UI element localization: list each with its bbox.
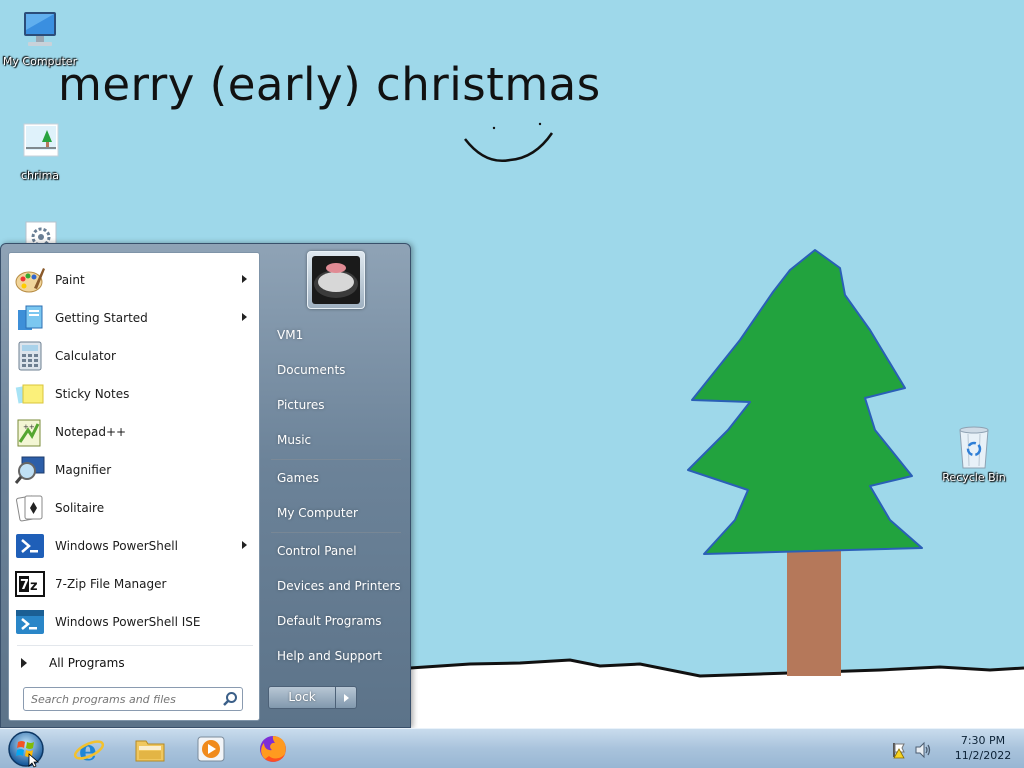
program-label: Paint [55, 273, 85, 287]
separator [271, 459, 401, 460]
clock-date: 11/2/2022 [954, 749, 1012, 762]
program-label: Magnifier [55, 463, 112, 477]
program-label: Solitaire [55, 501, 105, 515]
program-sticky-notes[interactable]: Sticky Notes [11, 376, 257, 412]
taskbar-windows-explorer[interactable] [127, 731, 173, 767]
svg-text:7: 7 [20, 578, 29, 593]
program-label: 7-Zip File Manager [55, 577, 167, 591]
desktop-icon-label: Recycle Bin [942, 471, 1006, 484]
search-input[interactable] [24, 688, 220, 710]
volume-icon[interactable] [914, 741, 932, 759]
start-menu: Paint Getting Started Calculator Sticky … [0, 243, 411, 728]
separator [17, 645, 253, 646]
submenu-arrow-icon[interactable] [242, 313, 247, 321]
sticky-notes-icon [15, 384, 44, 404]
getting-started-icon [18, 305, 43, 330]
solitaire-icon [16, 495, 43, 522]
magnifier-icon [14, 456, 45, 484]
powershell-ise-icon [16, 610, 44, 634]
desktop-headline: merry (early) christmas [58, 58, 601, 111]
link-control-panel[interactable]: Control Panel [267, 536, 405, 566]
link-user-folder[interactable]: VM1 [267, 320, 405, 350]
folder-icon [135, 740, 165, 762]
taskbar-internet-explorer[interactable]: e [66, 731, 112, 767]
action-center-flag-icon[interactable] [890, 741, 908, 759]
start-menu-programs-pane: Paint Getting Started Calculator Sticky … [8, 252, 260, 721]
taskbar-media-player[interactable] [188, 731, 234, 767]
link-default-programs[interactable]: Default Programs [267, 606, 405, 636]
submenu-arrow-icon[interactable] [242, 541, 247, 549]
separator [271, 532, 401, 533]
user-picture[interactable] [307, 251, 365, 309]
link-my-computer[interactable]: My Computer [267, 498, 405, 528]
start-button[interactable] [7, 730, 45, 768]
desktop-icon-recycle-bin[interactable]: Recycle Bin [934, 424, 1014, 484]
notepad-plus-plus-icon: ++ [17, 419, 41, 447]
clock[interactable]: 7:30 PM 11/2/2022 [948, 733, 1018, 763]
clock-time: 7:30 PM [960, 734, 1006, 747]
submenu-arrow-icon[interactable] [242, 275, 247, 283]
computer-icon [24, 12, 56, 46]
program-label: Getting Started [55, 311, 148, 325]
start-search-box[interactable] [23, 687, 243, 711]
desktop-icon-chrima[interactable]: chrima [0, 122, 80, 182]
link-games[interactable]: Games [267, 463, 405, 493]
desktop-icon-label: My Computer [2, 55, 78, 68]
media-player-icon [197, 736, 225, 762]
search-icon[interactable] [222, 691, 238, 707]
triangle-right-icon [21, 658, 27, 668]
taskbar-firefox[interactable] [250, 731, 296, 767]
link-music[interactable]: Music [267, 425, 405, 455]
internet-explorer-icon: e [73, 734, 105, 765]
program-calculator[interactable]: Calculator [11, 338, 257, 374]
svg-text:++: ++ [23, 423, 35, 431]
program-windows-powershell-ise[interactable]: Windows PowerShell ISE [11, 604, 257, 640]
desktop-icon-label: chrima [20, 169, 60, 182]
program-label: Sticky Notes [55, 387, 130, 401]
program-label: Notepad++ [55, 425, 127, 439]
svg-text:e: e [79, 734, 97, 765]
program-windows-powershell[interactable]: Windows PowerShell [11, 528, 257, 564]
program-paint[interactable]: Paint [11, 262, 257, 298]
link-documents[interactable]: Documents [267, 355, 405, 385]
all-programs-button[interactable]: All Programs [11, 650, 257, 676]
firefox-icon [260, 736, 286, 762]
link-pictures[interactable]: Pictures [267, 390, 405, 420]
program-7zip[interactable]: 7 z 7-Zip File Manager [11, 566, 257, 602]
recycle-bin-icon [959, 426, 989, 469]
program-label: Calculator [55, 349, 116, 363]
paint-icon [15, 268, 45, 293]
program-solitaire[interactable]: Solitaire [11, 490, 257, 526]
program-getting-started[interactable]: Getting Started [11, 300, 257, 336]
lock-button[interactable]: Lock [268, 686, 336, 709]
program-label: Windows PowerShell ISE [55, 615, 201, 629]
taskbar: e 7:30 PM 11/2/2022 [0, 728, 1024, 768]
desktop-icon-my-computer[interactable]: My Computer [0, 8, 80, 68]
calculator-icon [18, 341, 42, 371]
image-file-icon [23, 123, 59, 157]
7zip-icon: 7 z [15, 571, 45, 597]
shutdown-options-button[interactable] [335, 686, 357, 709]
link-help-and-support[interactable]: Help and Support [267, 641, 405, 671]
svg-text:z: z [30, 579, 38, 594]
link-devices-and-printers[interactable]: Devices and Printers [267, 571, 405, 601]
system-tray: 7:30 PM 11/2/2022 [884, 729, 1024, 768]
powershell-icon [16, 534, 44, 558]
program-notepad-plus-plus[interactable]: ++ Notepad++ [11, 414, 257, 450]
all-programs-label: All Programs [49, 656, 125, 670]
user-avatar-icon [312, 256, 360, 304]
program-magnifier[interactable]: Magnifier [11, 452, 257, 488]
program-label: Windows PowerShell [55, 539, 178, 553]
